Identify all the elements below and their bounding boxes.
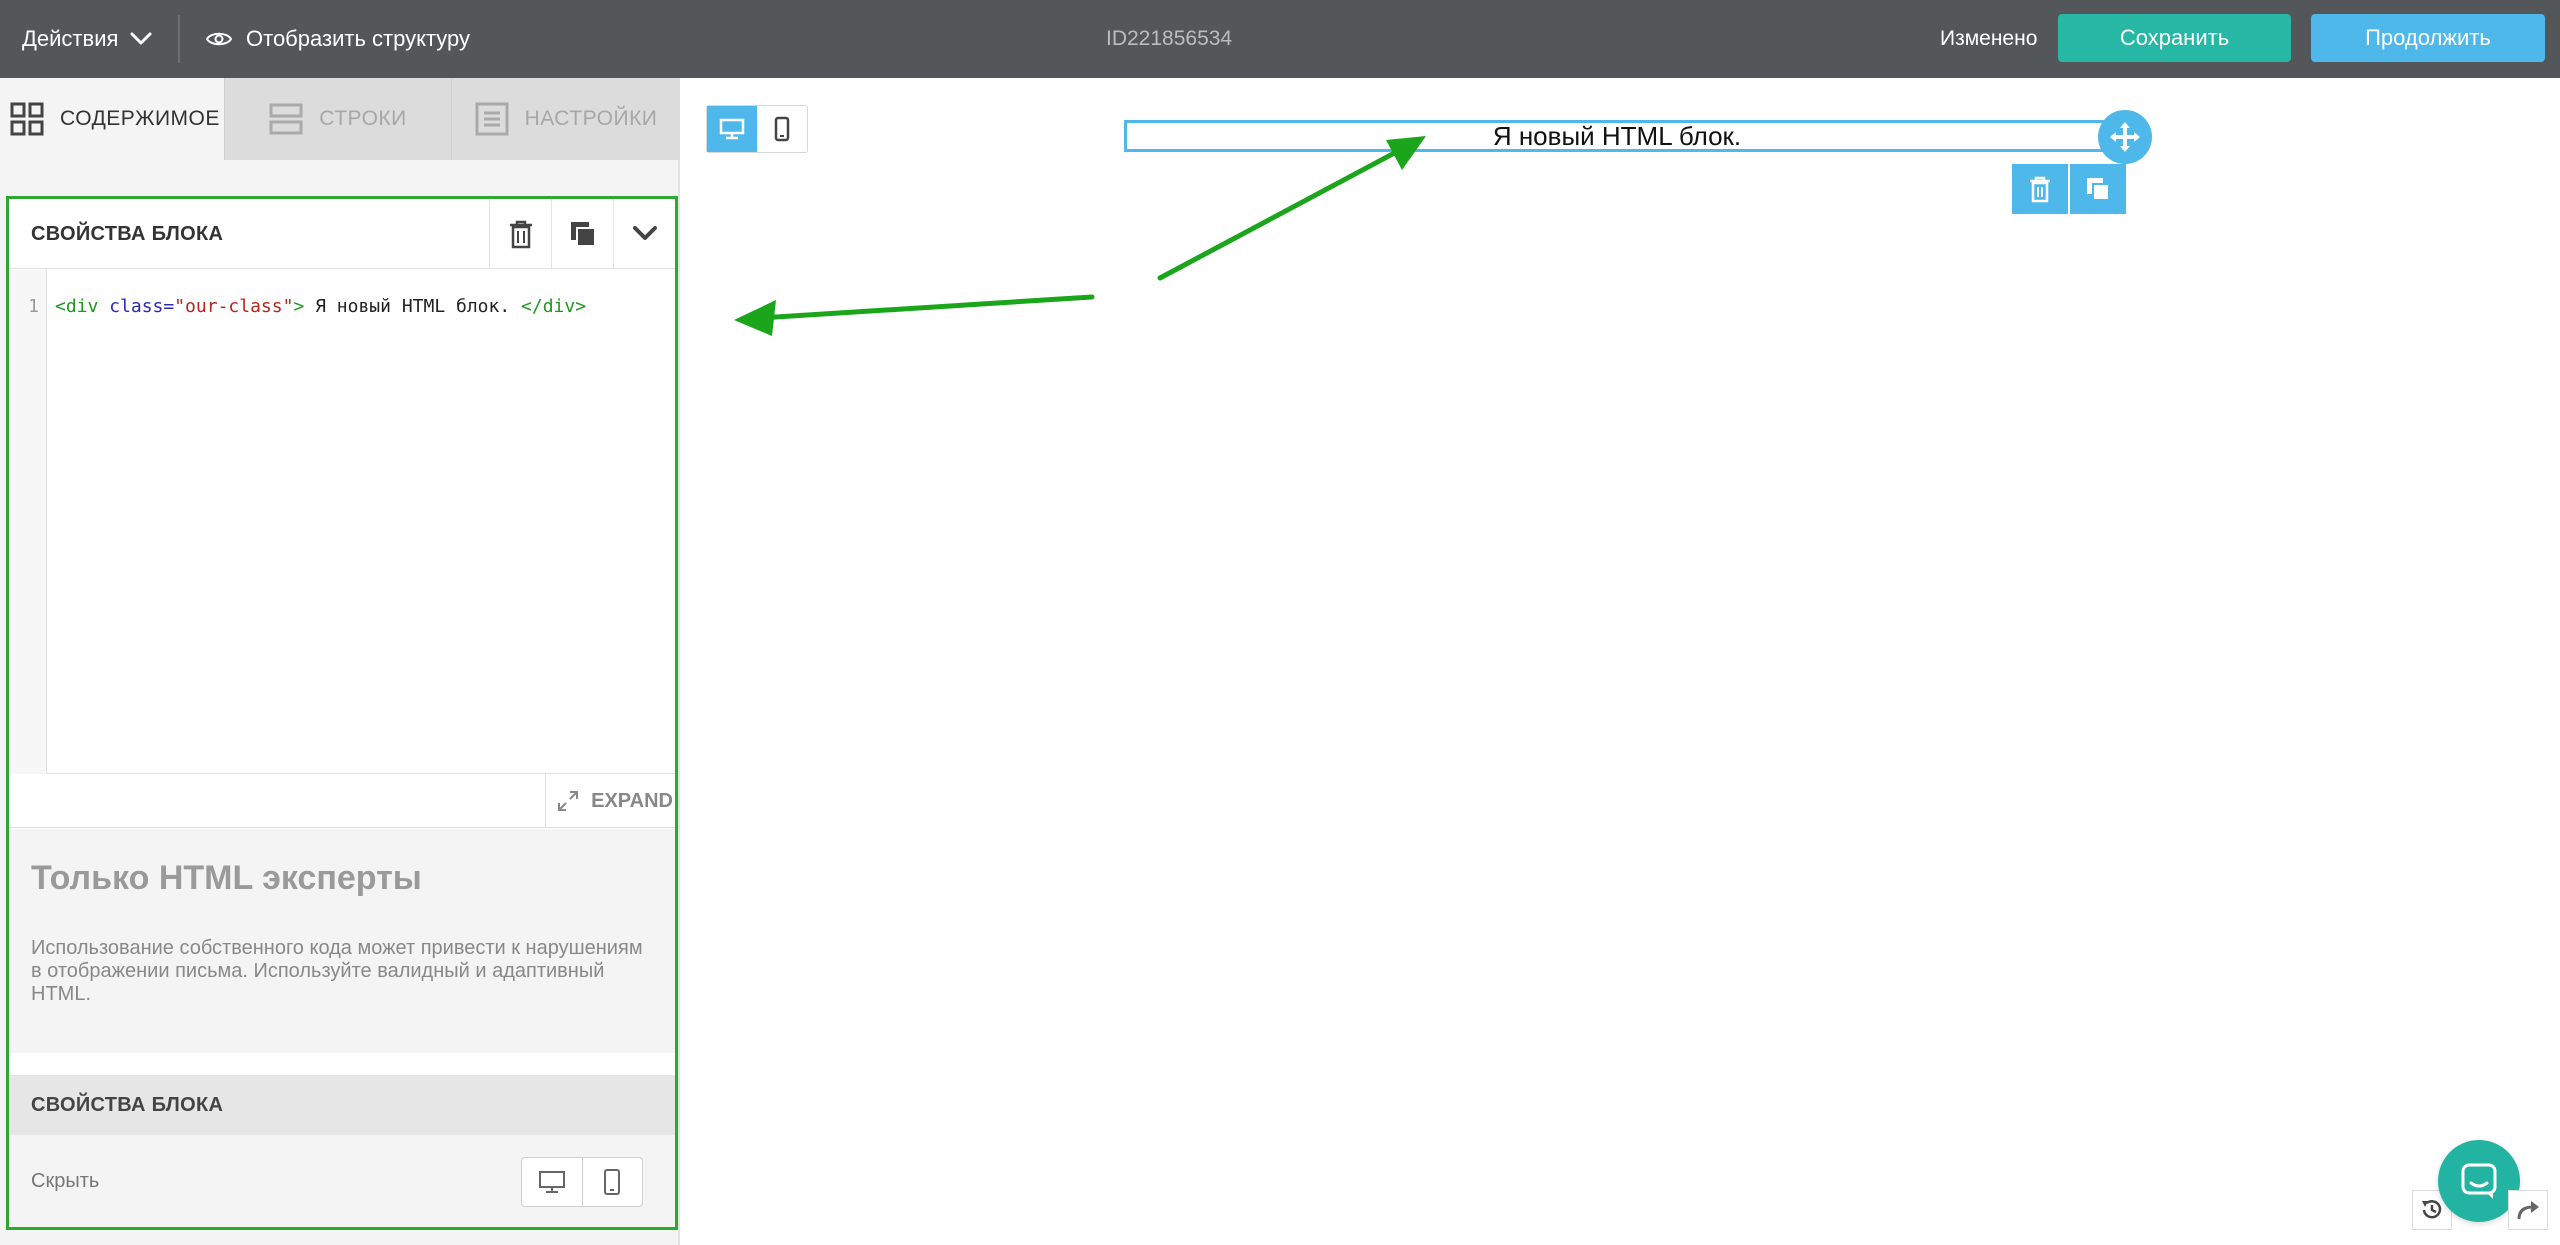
- tab-settings[interactable]: НАСТРОЙКИ: [451, 78, 680, 160]
- code-tag-close: >: [293, 296, 305, 317]
- actions-label: Действия: [22, 26, 119, 51]
- line-number: 1: [28, 296, 39, 317]
- html-warning: Только HTML эксперты Использование собст…: [9, 829, 675, 1053]
- eye-icon: [206, 32, 232, 46]
- panel-tabs: СОДЕРЖИМОЕ СТРОКИ НАСТРОЙКИ: [0, 78, 680, 160]
- move-icon: [2110, 122, 2140, 152]
- document-id: ID221856534: [1106, 27, 1233, 50]
- trash-icon: [2030, 176, 2050, 203]
- history-icon: [2422, 1200, 2442, 1219]
- line-gutter: 1: [9, 270, 47, 774]
- desktop-icon: [719, 118, 745, 140]
- code-attr-value: "our-class": [174, 296, 294, 317]
- desktop-view-button[interactable]: [707, 106, 757, 152]
- block-properties-header: СВОЙСТВА БЛОКА: [9, 199, 675, 269]
- actions-menu[interactable]: Действия: [22, 0, 152, 78]
- code-attr-name: class=: [98, 296, 175, 317]
- collapse-button[interactable]: [613, 199, 675, 269]
- canvas-duplicate-button[interactable]: [2070, 164, 2126, 214]
- save-status: Изменено: [1940, 27, 2038, 50]
- view-mode-toggle: [706, 105, 808, 153]
- rows-icon: [269, 103, 303, 135]
- warning-title: Только HTML эксперты: [31, 859, 422, 897]
- show-structure-label: Отобразить структуру: [246, 26, 471, 51]
- code-line[interactable]: <div class="our-class"> Я новый HTML бло…: [55, 296, 586, 317]
- canvas-delete-button[interactable]: [2012, 164, 2068, 214]
- delete-block-button[interactable]: [489, 199, 551, 269]
- hide-mobile-button[interactable]: [581, 1158, 643, 1206]
- save-button[interactable]: Сохранить: [2058, 14, 2291, 62]
- hide-desktop-button[interactable]: [522, 1158, 582, 1206]
- html-code-editor[interactable]: 1 <div class="our-class"> Я новый HTML б…: [9, 270, 675, 774]
- tab-rows-label: СТРОКИ: [319, 107, 407, 130]
- mobile-icon: [774, 116, 790, 142]
- section-title: СВОЙСТВА БЛОКА: [31, 1093, 224, 1116]
- duplicate-icon: [2087, 178, 2110, 201]
- tab-rows[interactable]: СТРОКИ: [224, 78, 451, 160]
- duplicate-icon: [570, 222, 596, 247]
- editor-footer: EXPAND: [9, 774, 675, 828]
- duplicate-block-button[interactable]: [551, 199, 613, 269]
- expand-button[interactable]: EXPAND: [545, 774, 675, 828]
- block-properties-card: СВОЙСТВА БЛОКА 1 <div class="our-class">…: [6, 196, 678, 1230]
- email-canvas[interactable]: [682, 78, 2560, 1245]
- redo-button[interactable]: [2508, 1190, 2548, 1230]
- tab-content[interactable]: СОДЕРЖИМОЕ: [0, 78, 224, 160]
- move-handle[interactable]: [2098, 110, 2152, 164]
- expand-icon: [558, 791, 579, 811]
- desktop-icon: [538, 1171, 565, 1193]
- tab-settings-label: НАСТРОЙКИ: [524, 107, 658, 130]
- redo-icon: [2517, 1201, 2539, 1220]
- settings-list-icon: [475, 102, 509, 136]
- mobile-view-button[interactable]: [757, 106, 807, 152]
- continue-button[interactable]: Продолжить: [2311, 14, 2545, 62]
- hide-device-toggle: [521, 1157, 643, 1207]
- top-bar: Действия Отобразить структуру ID22185653…: [0, 0, 2560, 78]
- grid-icon: [10, 102, 44, 136]
- left-panel: СОДЕРЖИМОЕ СТРОКИ НАСТРОЙКИ СВОЙСТВА БЛО…: [0, 78, 680, 1245]
- block-toolbar: [2012, 164, 2126, 214]
- block-properties-title: СВОЙСТВА БЛОКА: [31, 222, 224, 245]
- hide-row: Скрыть: [9, 1135, 675, 1227]
- warning-text: Использование собственного кода может пр…: [31, 937, 643, 1005]
- block-properties-section[interactable]: СВОЙСТВА БЛОКА: [9, 1075, 675, 1135]
- show-structure-toggle[interactable]: Отобразить структуру: [206, 0, 470, 78]
- chat-icon: [2461, 1163, 2497, 1199]
- chevron-down-icon: [632, 226, 657, 240]
- code-open-tag: <div: [55, 296, 99, 317]
- code-close-tag: </div>: [521, 296, 587, 317]
- chevron-down-icon: [130, 32, 152, 45]
- tab-content-label: СОДЕРЖИМОЕ: [60, 107, 220, 130]
- expand-label: EXPAND: [591, 789, 673, 812]
- mobile-icon: [604, 1169, 621, 1195]
- code-text: Я новый HTML блок.: [304, 296, 522, 317]
- selected-html-block[interactable]: Я новый HTML блок.: [1124, 120, 2110, 152]
- topbar-divider: [178, 15, 180, 63]
- hide-label: Скрыть: [31, 1169, 100, 1192]
- trash-icon: [509, 220, 532, 249]
